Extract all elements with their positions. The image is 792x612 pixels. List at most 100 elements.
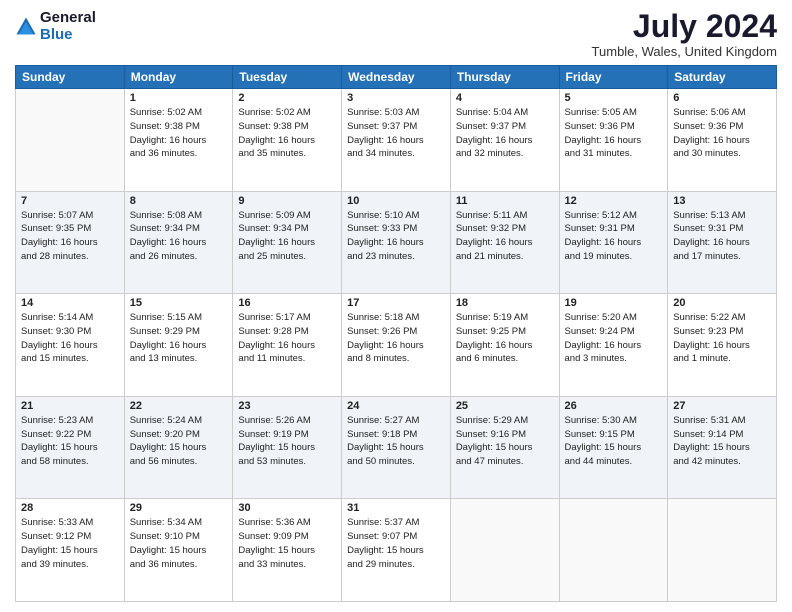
week-row-3: 14Sunrise: 5:14 AM Sunset: 9:30 PM Dayli… [16,294,777,397]
day-info: Sunrise: 5:10 AM Sunset: 9:33 PM Dayligh… [347,209,445,264]
day-cell: 11 Sunrise: 5:11 AM Sunset: 9:32 PM Dayli… [450,191,559,294]
day-cell: 27 Sunrise: 5:31 AM Sunset: 9:14 PM Dayli… [668,396,777,499]
day-number: 24 [347,400,445,412]
day-info: Sunrise: 5:23 AM Sunset: 9:22 PM Dayligh… [21,414,119,469]
calendar-table: SundayMondayTuesdayWednesdayThursdayFrid… [15,65,777,602]
day-number: 28 [21,502,119,514]
day-number: 3 [347,92,445,104]
day-info: Sunrise: 5:24 AM Sunset: 9:20 PM Dayligh… [130,414,228,469]
day-info: Sunrise: 5:33 AM Sunset: 9:12 PM Dayligh… [21,516,119,571]
day-cell: 26 Sunrise: 5:30 AM Sunset: 9:15 PM Dayli… [559,396,668,499]
day-cell: 16 Sunrise: 5:17 AM Sunset: 9:28 PM Dayli… [233,294,342,397]
day-info: Sunrise: 5:02 AM Sunset: 9:38 PM Dayligh… [130,106,228,161]
day-number: 2 [238,92,336,104]
day-cell: 23 Sunrise: 5:26 AM Sunset: 9:19 PM Dayli… [233,396,342,499]
day-cell: 24Sunrise: 5:27 AM Sunset: 9:18 PM Dayli… [342,396,451,499]
day-number: 18 [456,297,554,309]
day-number: 16 [238,297,336,309]
day-cell: 31 Sunrise: 5:37 AM Sunset: 9:07 PM Dayli… [342,499,451,602]
day-number: 15 [130,297,228,309]
day-number: 27 [673,400,771,412]
day-cell: 15 Sunrise: 5:15 AM Sunset: 9:29 PM Dayli… [124,294,233,397]
day-cell: 12 Sunrise: 5:12 AM Sunset: 9:31 PM Dayli… [559,191,668,294]
day-number: 6 [673,92,771,104]
day-number: 13 [673,195,771,207]
day-number: 7 [21,195,119,207]
logo-text: General Blue [40,10,96,43]
day-cell: 2 Sunrise: 5:02 AM Sunset: 9:38 PM Daylig… [233,89,342,192]
day-cell [450,499,559,602]
day-cell: 19 Sunrise: 5:20 AM Sunset: 9:24 PM Dayli… [559,294,668,397]
day-cell: 28 Sunrise: 5:33 AM Sunset: 9:12 PM Dayli… [16,499,125,602]
logo: General Blue [15,10,96,43]
day-cell: 30 Sunrise: 5:36 AM Sunset: 9:09 PM Dayli… [233,499,342,602]
day-header-thursday: Thursday [450,66,559,89]
day-info: Sunrise: 5:12 AM Sunset: 9:31 PM Dayligh… [565,209,663,264]
day-cell: 5 Sunrise: 5:05 AM Sunset: 9:36 PM Daylig… [559,89,668,192]
day-info: Sunrise: 5:04 AM Sunset: 9:37 PM Dayligh… [456,106,554,161]
day-info: Sunrise: 5:29 AM Sunset: 9:16 PM Dayligh… [456,414,554,469]
day-number: 31 [347,502,445,514]
day-number: 23 [238,400,336,412]
day-info: Sunrise: 5:02 AM Sunset: 9:38 PM Dayligh… [238,106,336,161]
day-info: Sunrise: 5:31 AM Sunset: 9:14 PM Dayligh… [673,414,771,469]
day-number: 19 [565,297,663,309]
day-number: 5 [565,92,663,104]
day-header-sunday: Sunday [16,66,125,89]
day-number: 1 [130,92,228,104]
day-number: 17 [347,297,445,309]
day-info: Sunrise: 5:05 AM Sunset: 9:36 PM Dayligh… [565,106,663,161]
location: Tumble, Wales, United Kingdom [592,44,777,59]
day-header-friday: Friday [559,66,668,89]
month-title: July 2024 [592,10,777,42]
day-info: Sunrise: 5:07 AM Sunset: 9:35 PM Dayligh… [21,209,119,264]
day-cell: 10Sunrise: 5:10 AM Sunset: 9:33 PM Dayli… [342,191,451,294]
week-row-5: 28 Sunrise: 5:33 AM Sunset: 9:12 PM Dayli… [16,499,777,602]
day-header-wednesday: Wednesday [342,66,451,89]
week-row-2: 7 Sunrise: 5:07 AM Sunset: 9:35 PM Daylig… [16,191,777,294]
day-cell: 22 Sunrise: 5:24 AM Sunset: 9:20 PM Dayli… [124,396,233,499]
day-cell: 7 Sunrise: 5:07 AM Sunset: 9:35 PM Daylig… [16,191,125,294]
day-info: Sunrise: 5:06 AM Sunset: 9:36 PM Dayligh… [673,106,771,161]
day-number: 21 [21,400,119,412]
day-info: Sunrise: 5:36 AM Sunset: 9:09 PM Dayligh… [238,516,336,571]
day-number: 20 [673,297,771,309]
day-cell: 14Sunrise: 5:14 AM Sunset: 9:30 PM Dayli… [16,294,125,397]
day-number: 30 [238,502,336,514]
day-header-tuesday: Tuesday [233,66,342,89]
day-number: 22 [130,400,228,412]
day-cell: 20 Sunrise: 5:22 AM Sunset: 9:23 PM Dayli… [668,294,777,397]
day-info: Sunrise: 5:08 AM Sunset: 9:34 PM Dayligh… [130,209,228,264]
day-info: Sunrise: 5:09 AM Sunset: 9:34 PM Dayligh… [238,209,336,264]
day-cell: 6 Sunrise: 5:06 AM Sunset: 9:36 PM Daylig… [668,89,777,192]
title-block: July 2024 Tumble, Wales, United Kingdom [592,10,777,59]
day-info: Sunrise: 5:26 AM Sunset: 9:19 PM Dayligh… [238,414,336,469]
logo-blue-text: Blue [40,27,96,44]
day-info: Sunrise: 5:17 AM Sunset: 9:28 PM Dayligh… [238,311,336,366]
day-number: 12 [565,195,663,207]
day-info: Sunrise: 5:20 AM Sunset: 9:24 PM Dayligh… [565,311,663,366]
day-cell: 8 Sunrise: 5:08 AM Sunset: 9:34 PM Daylig… [124,191,233,294]
day-info: Sunrise: 5:15 AM Sunset: 9:29 PM Dayligh… [130,311,228,366]
day-header-saturday: Saturday [668,66,777,89]
day-number: 11 [456,195,554,207]
day-number: 29 [130,502,228,514]
day-info: Sunrise: 5:30 AM Sunset: 9:15 PM Dayligh… [565,414,663,469]
day-cell: 18Sunrise: 5:19 AM Sunset: 9:25 PM Dayli… [450,294,559,397]
day-number: 8 [130,195,228,207]
day-info: Sunrise: 5:22 AM Sunset: 9:23 PM Dayligh… [673,311,771,366]
day-cell: 21 Sunrise: 5:23 AM Sunset: 9:22 PM Dayli… [16,396,125,499]
week-row-1: 1 Sunrise: 5:02 AM Sunset: 9:38 PM Daylig… [16,89,777,192]
day-cell: 3 Sunrise: 5:03 AM Sunset: 9:37 PM Daylig… [342,89,451,192]
day-number: 26 [565,400,663,412]
day-number: 14 [21,297,119,309]
day-cell: 29Sunrise: 5:34 AM Sunset: 9:10 PM Dayli… [124,499,233,602]
day-number: 9 [238,195,336,207]
day-info: Sunrise: 5:11 AM Sunset: 9:32 PM Dayligh… [456,209,554,264]
day-number: 25 [456,400,554,412]
day-cell [559,499,668,602]
day-info: Sunrise: 5:03 AM Sunset: 9:37 PM Dayligh… [347,106,445,161]
day-cell: 1 Sunrise: 5:02 AM Sunset: 9:38 PM Daylig… [124,89,233,192]
day-cell: 25 Sunrise: 5:29 AM Sunset: 9:16 PM Dayli… [450,396,559,499]
day-info: Sunrise: 5:37 AM Sunset: 9:07 PM Dayligh… [347,516,445,571]
